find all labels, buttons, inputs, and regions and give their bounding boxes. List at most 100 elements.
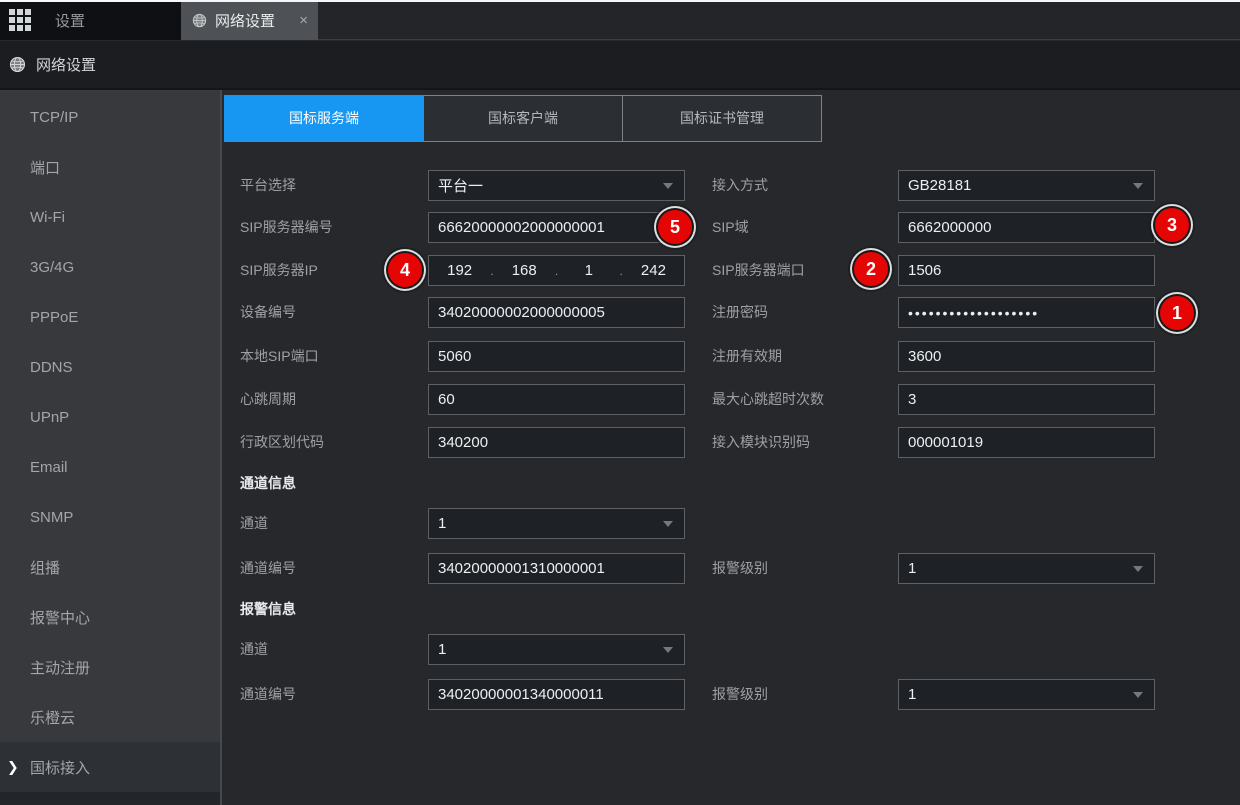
sidebar-item-label: TCP/IP <box>30 109 78 126</box>
platform-value: 平台一 <box>438 175 483 196</box>
channel-id-input[interactable] <box>428 553 685 584</box>
sip-server-port-input[interactable] <box>898 255 1155 286</box>
sidebar-item-lechange[interactable]: 乐橙云 <box>0 692 220 742</box>
sip-server-id-input[interactable] <box>428 212 685 243</box>
sidebar-item-multicast[interactable]: 组播 <box>0 542 220 592</box>
sidebar-item-label: 主动注册 <box>30 657 90 678</box>
sidebar-item-email[interactable]: Email <box>0 442 220 492</box>
alarm-channel-id-label: 通道编号 <box>240 679 296 710</box>
register-valid-period-input[interactable] <box>898 341 1155 372</box>
sidebar-item-label: 组播 <box>30 557 60 578</box>
heartbeat-period-label: 心跳周期 <box>240 384 296 415</box>
access-mode-value: GB28181 <box>908 177 971 194</box>
sidebar-item-label: SNMP <box>30 509 73 526</box>
access-mode-select[interactable]: GB28181 <box>898 170 1155 201</box>
ip-octet-4[interactable]: 242 <box>623 262 684 279</box>
sidebar-item-label: UPnP <box>30 409 69 426</box>
tab-gb-certificate[interactable]: 国标证书管理 <box>622 95 822 142</box>
tab-gb-server[interactable]: 国标服务端 <box>224 95 424 142</box>
sidebar-item-label: 报警中心 <box>30 607 90 628</box>
globe-icon <box>192 13 207 28</box>
channel-alarm-level-select[interactable]: 1 <box>898 553 1155 584</box>
tab-gb-client[interactable]: 国标客户端 <box>423 95 623 142</box>
max-heartbeat-timeout-label: 最大心跳超时次数 <box>712 384 824 415</box>
alarm-channel-select[interactable]: 1 <box>428 634 685 665</box>
dropdown-arrow-icon <box>663 647 673 653</box>
globe-icon <box>9 56 26 73</box>
sidebar-item-upnp[interactable]: UPnP <box>0 392 220 442</box>
sidebar-item-label: Email <box>30 459 68 476</box>
close-tab-icon[interactable]: × <box>299 13 308 28</box>
grid-menu-icon[interactable] <box>9 9 31 31</box>
channel-id-label: 通道编号 <box>240 553 296 584</box>
sidebar-item-label: 端口 <box>30 157 60 178</box>
sidebar-item-label: 国标接入 <box>30 757 90 778</box>
register-valid-period-label: 注册有效期 <box>712 341 782 372</box>
sip-server-ip-input[interactable]: 192 . 168 . 1 . 242 <box>428 255 685 286</box>
sidebar-item-pppoe[interactable]: PPPoE <box>0 292 220 342</box>
sidebar-item-alarm-center[interactable]: 报警中心 <box>0 592 220 642</box>
channel-alarm-level-value: 1 <box>908 560 916 577</box>
sidebar: TCP/IP 端口 Wi-Fi 3G/4G PPPoE DDNS UPnP Em… <box>0 90 222 805</box>
annotation-badge-5: 5 <box>658 210 692 244</box>
sidebar-item-tcpip[interactable]: TCP/IP <box>0 92 220 142</box>
alarm-channel-id-input[interactable] <box>428 679 685 710</box>
sip-server-port-label: SIP服务器端口 <box>712 255 805 286</box>
register-password-label: 注册密码 <box>712 297 768 328</box>
alarm-level-value: 1 <box>908 686 916 703</box>
annotation-badge-4: 4 <box>388 253 422 287</box>
platform-select[interactable]: 平台一 <box>428 170 685 201</box>
sip-server-id-label: SIP服务器编号 <box>240 212 333 243</box>
access-module-id-input[interactable] <box>898 427 1155 458</box>
sidebar-item-snmp[interactable]: SNMP <box>0 492 220 542</box>
annotation-badge-3: 3 <box>1155 208 1189 242</box>
sidebar-item-label: Wi-Fi <box>30 209 65 226</box>
ip-octet-2[interactable]: 168 <box>494 262 555 279</box>
ip-octet-3[interactable]: 1 <box>558 262 619 279</box>
tab-settings-home[interactable]: 设置 <box>0 0 181 40</box>
annotation-badge-1: 1 <box>1160 296 1194 330</box>
device-id-input[interactable] <box>428 297 685 328</box>
settings-tab-label: 设置 <box>55 10 85 31</box>
sip-server-ip-label: SIP服务器IP <box>240 255 318 286</box>
network-tab-label: 网络设置 <box>215 10 275 31</box>
alarm-level-label: 报警级别 <box>712 679 768 710</box>
sidebar-item-3g4g[interactable]: 3G/4G <box>0 242 220 292</box>
channel-value: 1 <box>438 515 446 532</box>
sidebar-item-wifi[interactable]: Wi-Fi <box>0 192 220 242</box>
sidebar-item-label: 乐橙云 <box>30 707 75 728</box>
register-password-input[interactable] <box>898 297 1155 328</box>
sidebar-item-ddns[interactable]: DDNS <box>0 342 220 392</box>
local-sip-port-input[interactable] <box>428 341 685 372</box>
heartbeat-period-input[interactable] <box>428 384 685 415</box>
sip-domain-input[interactable] <box>898 212 1155 243</box>
dropdown-arrow-icon <box>663 183 673 189</box>
gb-tab-bar: 国标服务端 国标客户端 国标证书管理 <box>224 95 822 142</box>
channel-label: 通道 <box>240 508 268 539</box>
max-heartbeat-timeout-input[interactable] <box>898 384 1155 415</box>
device-id-label: 设备编号 <box>240 297 296 328</box>
gb-access-panel: 国标服务端 国标客户端 国标证书管理 平台选择 平台一 接入方式 GB28181… <box>222 90 1240 805</box>
admin-area-code-input[interactable] <box>428 427 685 458</box>
sidebar-footer-strip <box>0 792 220 805</box>
alarm-level-select[interactable]: 1 <box>898 679 1155 710</box>
alarm-info-section-title: 报警信息 <box>240 600 296 618</box>
access-module-id-label: 接入模块识别码 <box>712 427 810 458</box>
alarm-channel-label: 通道 <box>240 634 268 665</box>
sidebar-item-label: DDNS <box>30 359 73 376</box>
channel-select[interactable]: 1 <box>428 508 685 539</box>
sidebar-item-label: PPPoE <box>30 309 78 326</box>
app-window: 设置 网络设置 × 网络设置 TCP/IP 端口 <box>0 0 1240 805</box>
dropdown-arrow-icon <box>1133 692 1143 698</box>
alarm-channel-value: 1 <box>438 641 446 658</box>
sidebar-item-auto-register[interactable]: 主动注册 <box>0 642 220 692</box>
annotation-badge-2: 2 <box>854 252 888 286</box>
sidebar-item-gb-access[interactable]: ❯ 国标接入 <box>0 742 220 792</box>
sidebar-item-label: 3G/4G <box>30 259 74 276</box>
ip-octet-1[interactable]: 192 <box>429 262 490 279</box>
tab-network-settings[interactable]: 网络设置 × <box>181 0 318 40</box>
sidebar-item-port[interactable]: 端口 <box>0 142 220 192</box>
dropdown-arrow-icon <box>1133 183 1143 189</box>
access-mode-label: 接入方式 <box>712 170 768 201</box>
channel-info-section-title: 通道信息 <box>240 474 296 492</box>
